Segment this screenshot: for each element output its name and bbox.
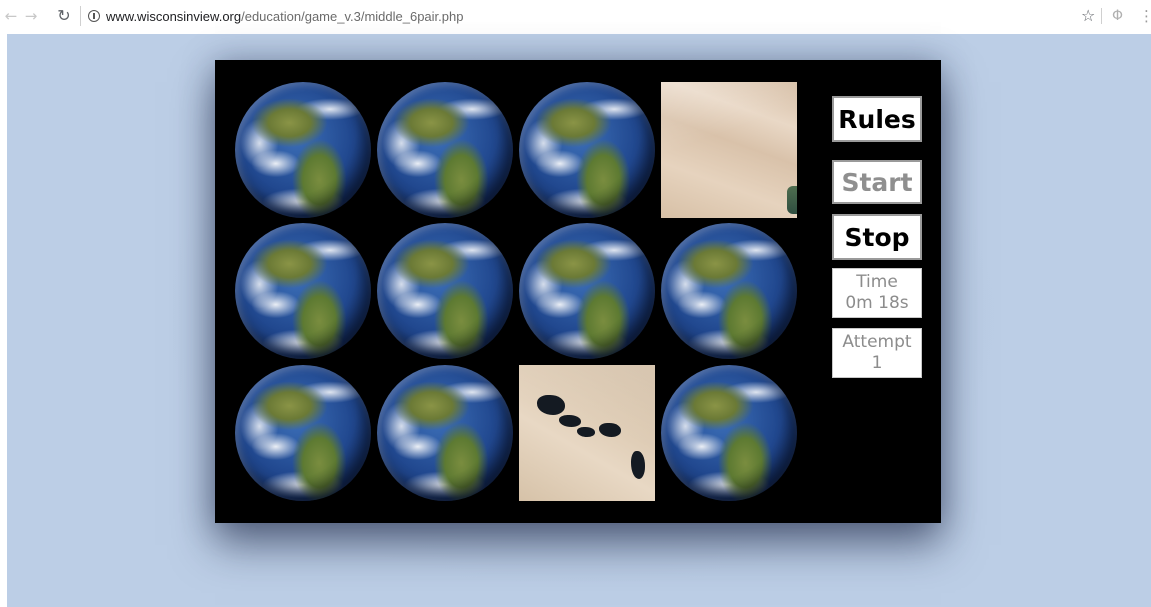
game-board: Rules Start Stop Time 0m 18s Attempt 1	[215, 60, 941, 523]
card-earth-back[interactable]	[377, 365, 513, 501]
url-path: /education/game_v.3/middle_6pair.php	[241, 8, 464, 24]
card-earth-back[interactable]	[519, 223, 655, 359]
card-earth-back[interactable]	[235, 82, 371, 218]
card-earth-back[interactable]	[661, 223, 797, 359]
info-icon[interactable]	[88, 10, 100, 22]
time-display: Time 0m 18s	[832, 268, 922, 318]
attempt-label: Attempt	[842, 332, 912, 352]
card-earth-back[interactable]	[661, 365, 797, 501]
lake-shape	[631, 451, 645, 479]
stop-button[interactable]: Stop	[832, 214, 922, 260]
address-bar[interactable]: www.wisconsinview.org/education/game_v.3…	[78, 5, 1078, 27]
attempt-display: Attempt 1	[832, 328, 922, 378]
lake-shape	[559, 415, 581, 427]
url-host: www.wisconsinview.org	[106, 8, 242, 24]
star-icon[interactable]: ☆	[1081, 6, 1095, 26]
lake-shape	[599, 423, 621, 437]
time-label: Time	[856, 272, 898, 292]
lake-shape	[577, 427, 595, 437]
card-earth-back[interactable]	[519, 82, 655, 218]
menu-icon[interactable]: ⋮	[1139, 6, 1151, 26]
card-earth-back[interactable]	[377, 82, 513, 218]
toolbar-divider	[1101, 8, 1102, 24]
card-earth-back[interactable]	[377, 223, 513, 359]
card-lake-image[interactable]	[519, 365, 655, 501]
page-background: Rules Start Stop Time 0m 18s Attempt 1	[7, 34, 1151, 607]
rules-button[interactable]: Rules	[832, 96, 922, 142]
back-arrow-icon[interactable]: ←	[2, 7, 20, 25]
time-value: 0m 18s	[845, 293, 909, 313]
card-earth-back[interactable]	[235, 223, 371, 359]
start-button[interactable]: Start	[832, 160, 922, 204]
card-desert-image[interactable]	[661, 82, 797, 218]
card-earth-back[interactable]	[235, 365, 371, 501]
browser-toolbar: ← → ↻ www.wisconsinview.org/education/ga…	[0, 0, 1151, 34]
forward-arrow-icon[interactable]: →	[22, 7, 40, 25]
attempt-value: 1	[871, 353, 883, 373]
extension-icon[interactable]: Φ	[1112, 6, 1123, 26]
reload-icon[interactable]: ↻	[55, 7, 73, 25]
lake-shape	[537, 395, 565, 415]
